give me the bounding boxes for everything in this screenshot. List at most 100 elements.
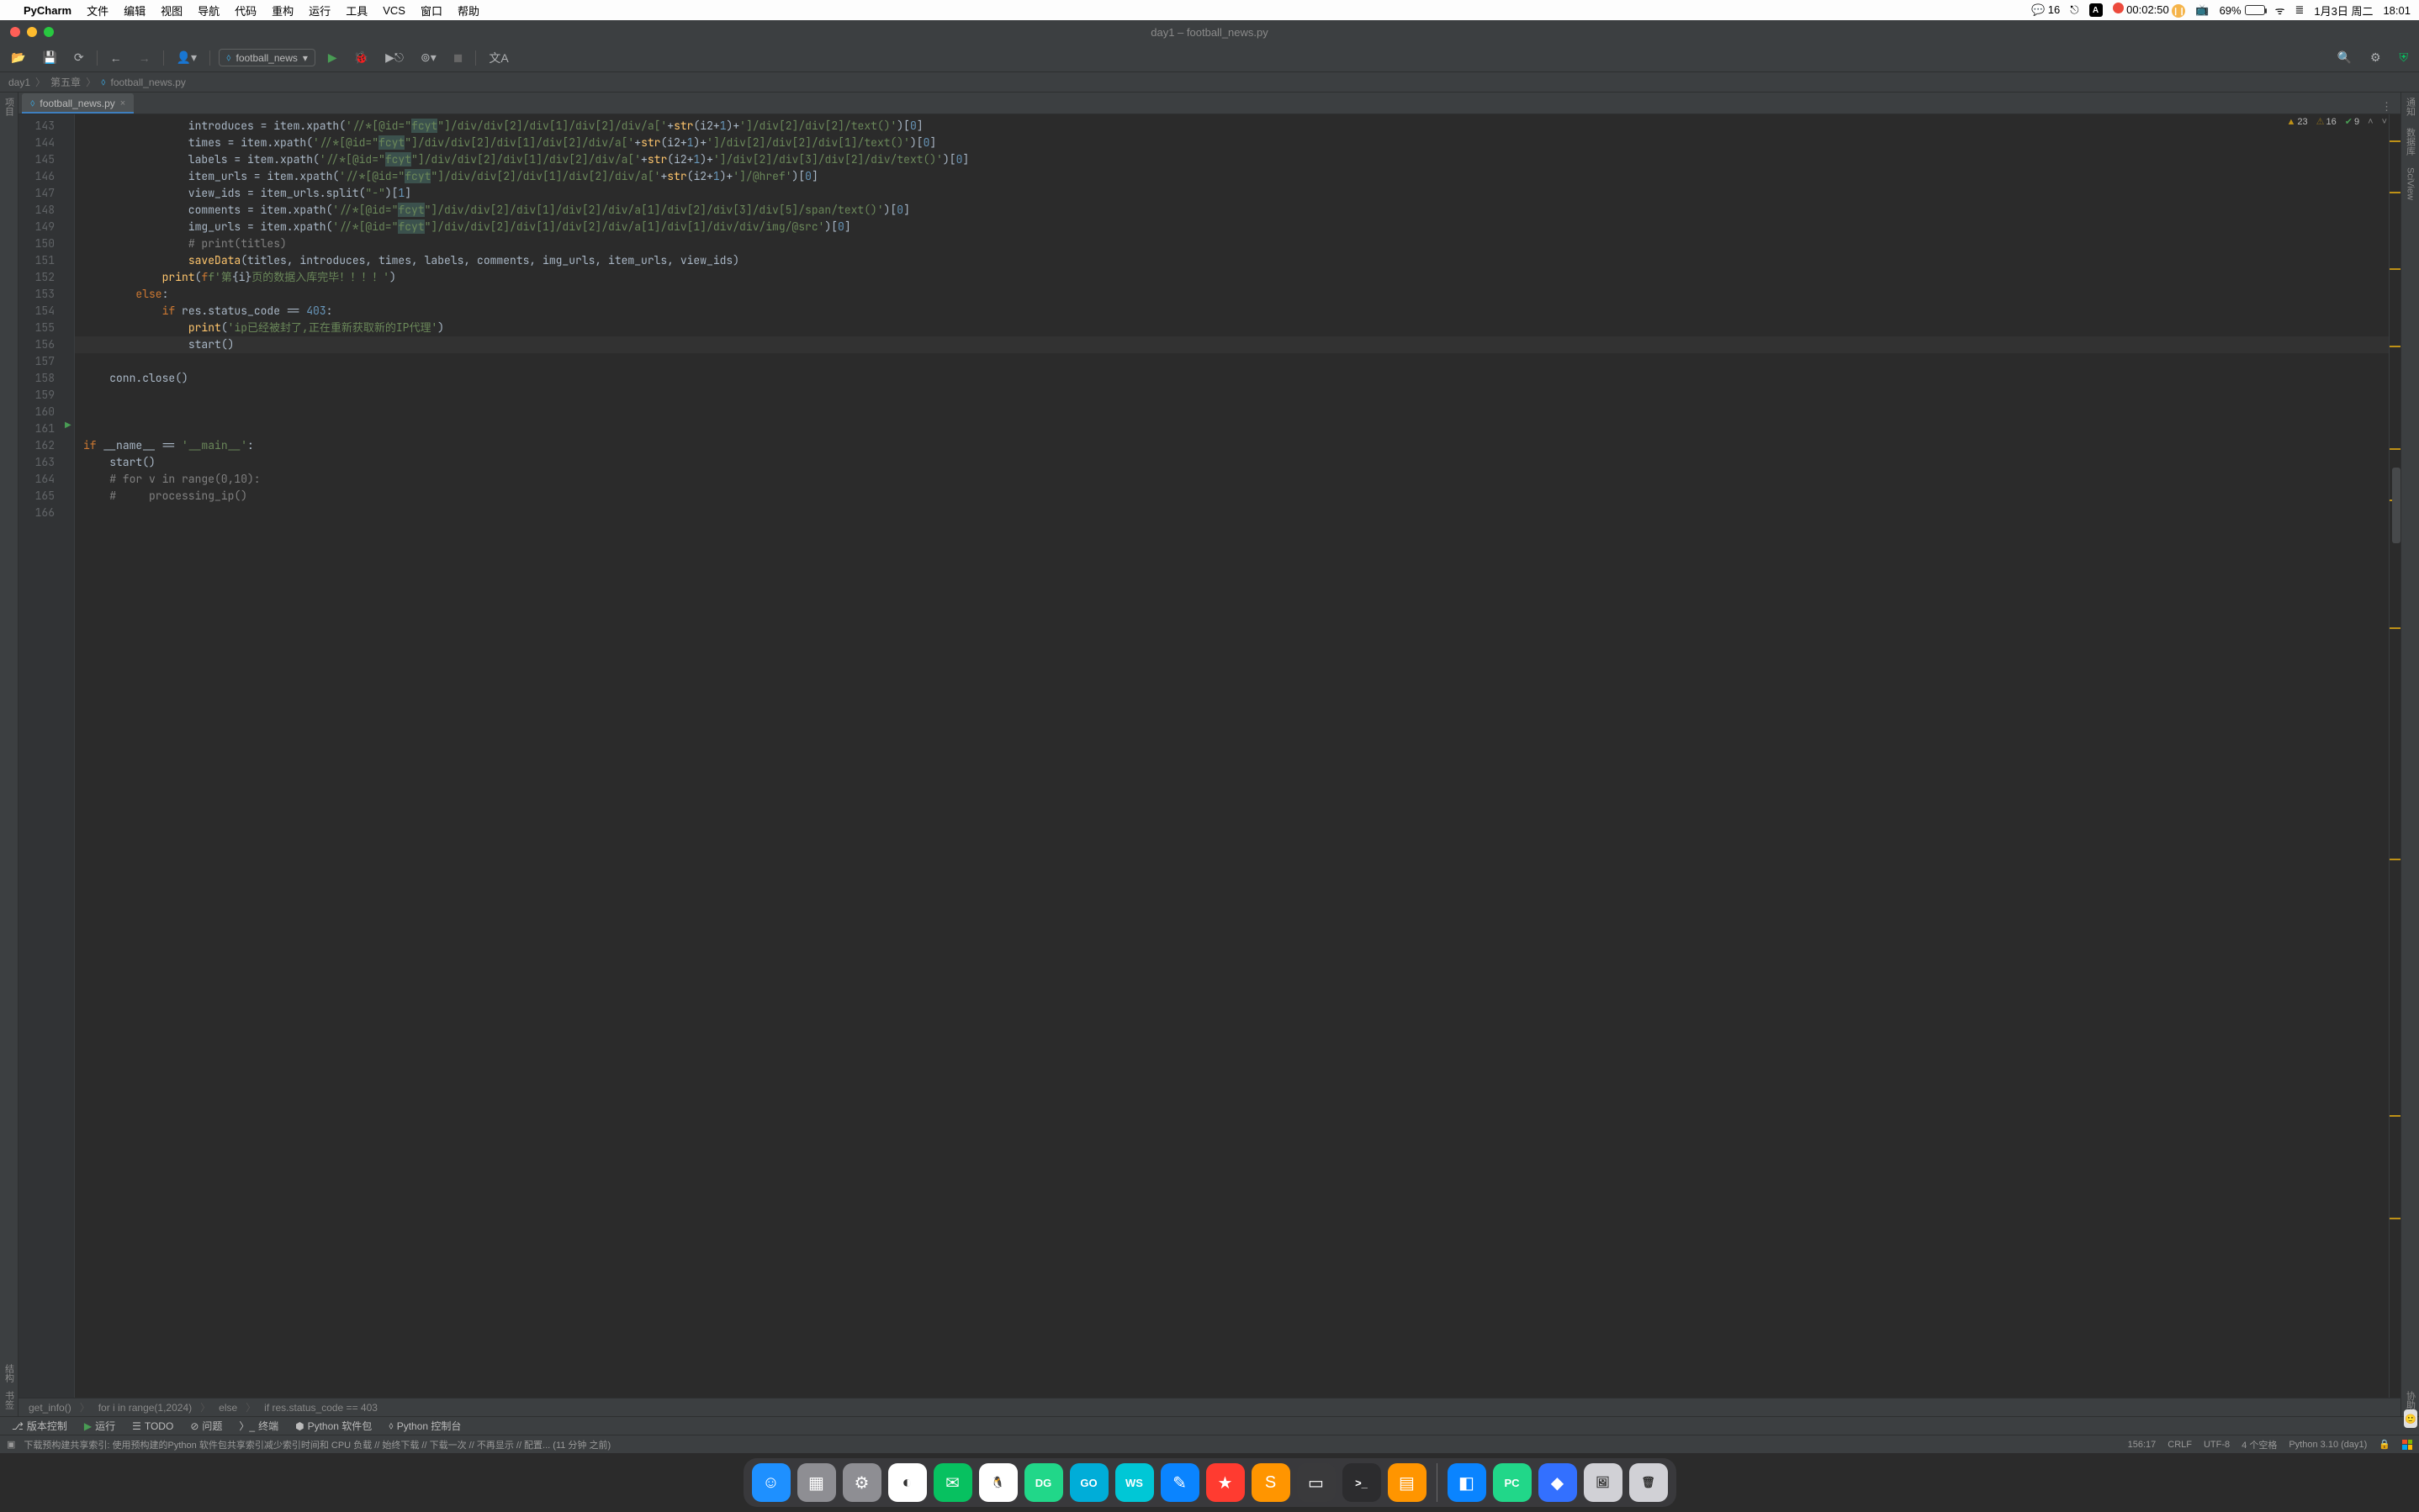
- indent-setting[interactable]: 4 个空格: [2242, 1438, 2277, 1451]
- menu-code[interactable]: 代码: [235, 3, 257, 19]
- scrollbar-thumb[interactable]: [2392, 468, 2400, 543]
- wechat-tray-icon[interactable]: 💬 16: [2031, 3, 2060, 17]
- toolwin-terminal[interactable]: 〉_终端: [232, 1417, 285, 1435]
- menubar-time[interactable]: 18:01: [2383, 4, 2411, 17]
- toolwin-run[interactable]: ▶运行: [77, 1417, 122, 1435]
- menu-refactor[interactable]: 重构: [272, 3, 294, 19]
- menubar-date[interactable]: 1月3日 周二: [2314, 3, 2373, 19]
- ms-logo-icon[interactable]: [2402, 1440, 2412, 1450]
- dock-app-trash[interactable]: 🗑: [1629, 1463, 1668, 1502]
- dock-app-chrome[interactable]: ◐: [888, 1463, 927, 1502]
- menu-help[interactable]: 帮助: [458, 3, 479, 19]
- crumb-folder[interactable]: 第五章: [50, 75, 81, 89]
- window-zoom-button[interactable]: [44, 27, 54, 37]
- menu-run[interactable]: 运行: [309, 3, 331, 19]
- trust-shield-icon[interactable]: ⛨: [2395, 48, 2413, 67]
- screen-record-widget[interactable]: 00:02:50 ❙❙: [2113, 3, 2186, 19]
- rail-database[interactable]: 数据库: [2404, 128, 2417, 156]
- dock-app-finder[interactable]: ☺: [752, 1463, 791, 1502]
- rail-notify[interactable]: 通知: [2404, 98, 2417, 116]
- struct-crumb-item[interactable]: if res.status_code == 403: [264, 1402, 378, 1414]
- rail-structure[interactable]: 结构: [3, 1364, 16, 1382]
- statusbar-toggle-icon[interactable]: ▣: [7, 1439, 15, 1450]
- run-config-selector[interactable]: ⬨ football_news ▾: [219, 49, 315, 66]
- struct-crumb-item[interactable]: get_info(): [29, 1402, 71, 1414]
- dock-app-calc[interactable]: ▤: [1388, 1463, 1427, 1502]
- rail-bookmark[interactable]: 书签: [3, 1391, 16, 1409]
- gutter-run-icon[interactable]: ▶: [65, 420, 71, 430]
- bluetooth-icon[interactable]: ⎋: [2070, 3, 2078, 17]
- dock-app-preview[interactable]: 🖼: [1584, 1463, 1622, 1502]
- dock-app-star[interactable]: ★: [1206, 1463, 1245, 1502]
- open-icon[interactable]: 📂: [7, 48, 29, 67]
- coverage-icon[interactable]: ▶⎋: [381, 48, 408, 67]
- dock-app-qq[interactable]: 🐧: [979, 1463, 1018, 1502]
- window-close-button[interactable]: [10, 27, 20, 37]
- window-minimize-button[interactable]: [27, 27, 37, 37]
- toolwin-todo[interactable]: ☰TODO: [125, 1419, 180, 1434]
- record-pause-icon[interactable]: ❙❙: [2172, 4, 2185, 18]
- dock-app-pycharm[interactable]: PC: [1493, 1463, 1532, 1502]
- editor-tab-active[interactable]: ⬨ football_news.py ×: [22, 93, 134, 114]
- battery-widget[interactable]: 69%: [2220, 4, 2265, 17]
- code-editor[interactable]: introduces = item.xpath('//*[@id="fcyt"]…: [75, 114, 2389, 1398]
- profile-icon[interactable]: ⊚▾: [416, 48, 441, 67]
- wifi-icon[interactable]: ᯤ: [2275, 3, 2285, 18]
- menu-tools[interactable]: 工具: [346, 3, 368, 19]
- struct-crumb-item[interactable]: else: [219, 1402, 237, 1414]
- file-encoding[interactable]: UTF-8: [2204, 1440, 2230, 1450]
- reload-icon[interactable]: ⟳: [70, 48, 88, 67]
- rail-assist[interactable]: 协助: [2404, 1391, 2417, 1409]
- dock-app-datagrip[interactable]: DG: [1024, 1463, 1063, 1502]
- line-number-gutter[interactable]: 143 144 145 146 147 148 149 150 151 152 …: [19, 114, 65, 1398]
- input-method-icon[interactable]: A: [2089, 3, 2103, 17]
- menu-vcs[interactable]: VCS: [383, 4, 405, 17]
- dock-app-sublime[interactable]: S: [1252, 1463, 1290, 1502]
- debug-button-icon[interactable]: 🐞: [350, 48, 373, 67]
- tab-close-icon[interactable]: ×: [120, 98, 125, 108]
- struct-crumb-item[interactable]: for i in range(1,2024): [98, 1402, 192, 1414]
- menu-edit[interactable]: 编辑: [124, 3, 146, 19]
- interpreter[interactable]: Python 3.10 (day1): [2289, 1440, 2367, 1450]
- menu-view[interactable]: 视图: [161, 3, 183, 19]
- caret-position[interactable]: 156:17: [2128, 1440, 2157, 1450]
- dock-app-spaces[interactable]: ◧: [1448, 1463, 1486, 1502]
- menubar-app-name[interactable]: PyCharm: [24, 4, 71, 17]
- readonly-lock-icon[interactable]: 🔒: [2379, 1439, 2390, 1450]
- line-separator[interactable]: CRLF: [2168, 1440, 2192, 1450]
- toolwin-problems[interactable]: ⊘问题: [183, 1417, 229, 1435]
- control-center-icon[interactable]: ≣: [2295, 3, 2304, 17]
- dock-app-feishu[interactable]: ◆: [1538, 1463, 1577, 1502]
- toolwin-pypkg[interactable]: ⬢Python 软件包: [288, 1417, 378, 1435]
- menu-file[interactable]: 文件: [87, 3, 109, 19]
- dock-app-goland[interactable]: GO: [1070, 1463, 1109, 1502]
- crumb-file[interactable]: football_news.py: [110, 77, 185, 88]
- dock-app-iterm[interactable]: >_: [1342, 1463, 1381, 1502]
- menu-window[interactable]: 窗口: [421, 3, 442, 19]
- dock-app-notes[interactable]: ✎: [1161, 1463, 1199, 1502]
- dock-app-wechat[interactable]: ✉: [934, 1463, 972, 1502]
- run-button-icon[interactable]: ▶: [324, 48, 341, 67]
- nav-back-icon[interactable]: ←: [106, 49, 126, 67]
- inspection-prev-icon[interactable]: ˄: [2368, 117, 2373, 127]
- settings-gear-icon[interactable]: ⚙: [2366, 48, 2385, 67]
- crumb-root[interactable]: day1: [8, 77, 30, 88]
- inspection-next-icon[interactable]: ˅: [2382, 117, 2387, 127]
- rail-project[interactable]: 项目: [3, 98, 16, 116]
- dock-app-webstorm[interactable]: WS: [1115, 1463, 1154, 1502]
- dock-app-settings[interactable]: ⚙: [843, 1463, 881, 1502]
- toolwin-vcs[interactable]: ⎇版本控制: [5, 1417, 74, 1435]
- dock-app-launchpad[interactable]: ▦: [797, 1463, 836, 1502]
- add-config-icon[interactable]: 👤▾: [172, 48, 201, 67]
- fold-gutter[interactable]: ▶: [65, 114, 75, 1398]
- search-everywhere-icon[interactable]: 🔍: [2333, 48, 2356, 67]
- inspection-widget[interactable]: 23 16 9 ˄ ˅: [2287, 116, 2387, 127]
- status-message[interactable]: 下载预构建共享索引: 使用预构建的Python 软件包共享索引减少索引时间和 C…: [24, 1438, 2119, 1451]
- dock-app-app2[interactable]: ▭: [1297, 1463, 1336, 1502]
- toolwin-pyconsole[interactable]: ⬨Python 控制台: [382, 1417, 468, 1435]
- error-stripe[interactable]: [2389, 114, 2400, 1398]
- save-icon[interactable]: 💾: [38, 48, 61, 67]
- menu-nav[interactable]: 导航: [198, 3, 220, 19]
- tabs-more-icon[interactable]: ⋮: [2373, 100, 2400, 114]
- rail-sciview[interactable]: SciView: [2406, 167, 2416, 200]
